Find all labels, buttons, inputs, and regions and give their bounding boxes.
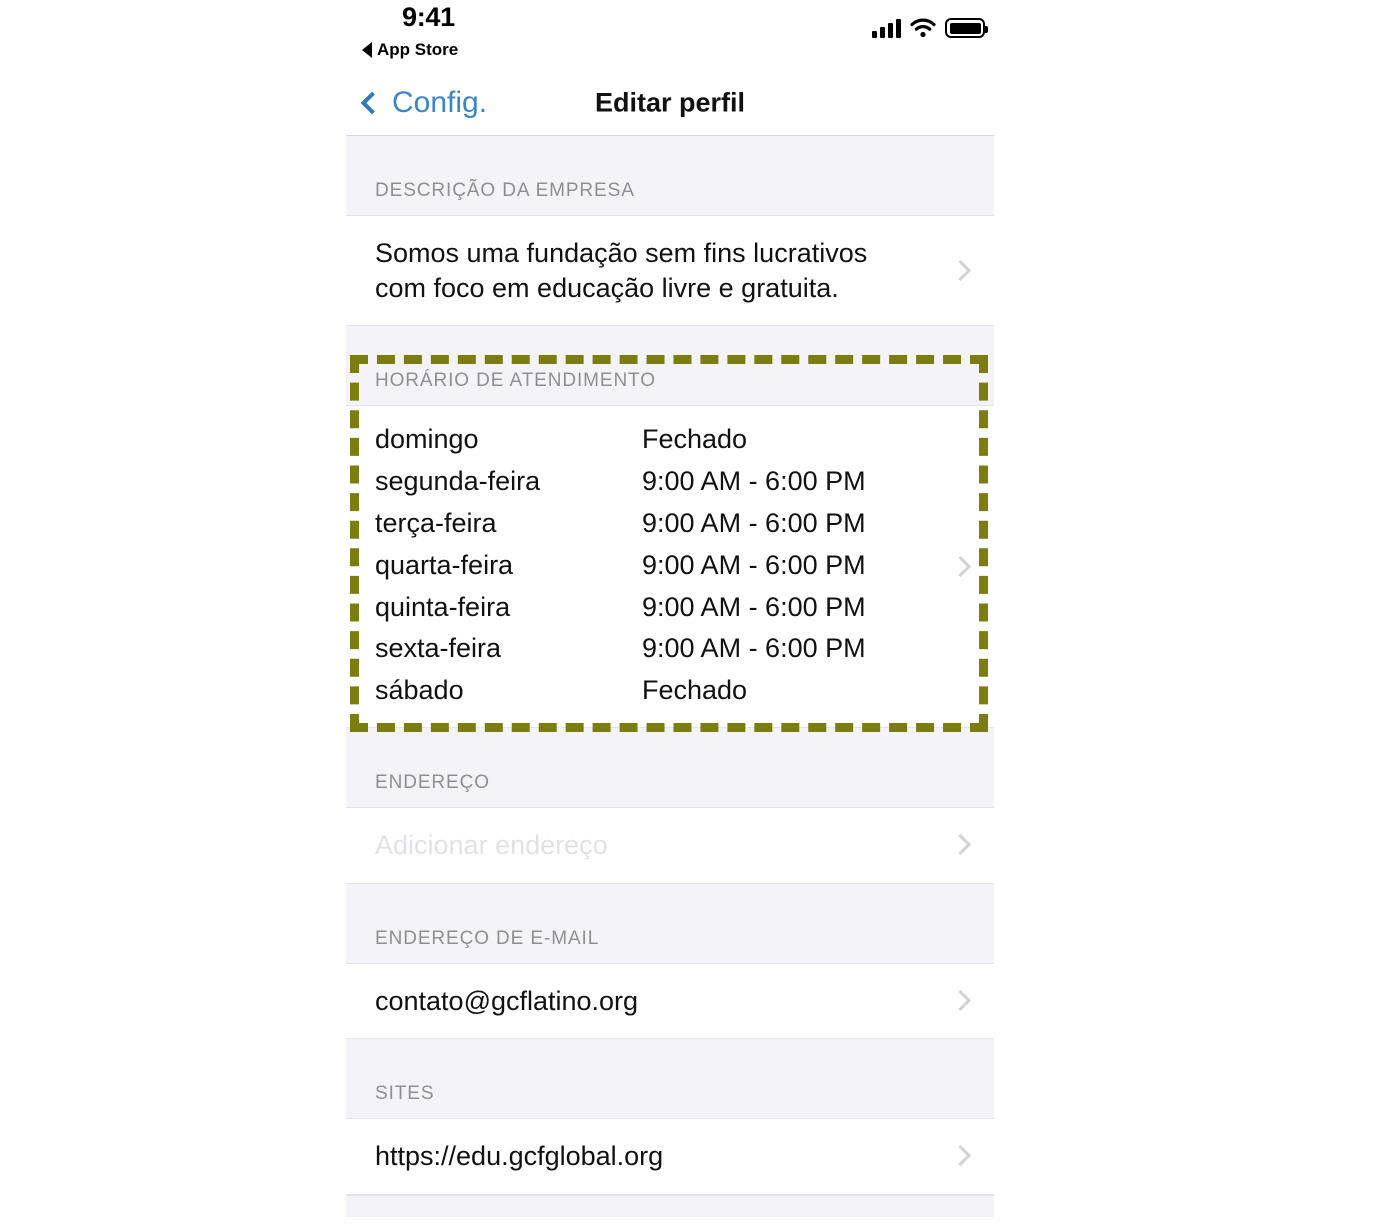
return-to-app-store-button[interactable]: App Store [362, 40, 458, 60]
hours-time-value: 9:00 AM - 6:00 PM [642, 549, 866, 580]
return-to-app-store-label: App Store [377, 40, 459, 59]
section-header-address: ENDEREÇO [346, 728, 994, 809]
hours-day-label: quarta-feira [375, 549, 514, 580]
table-row: segunda-feira 9:00 AM - 6:00 PM [375, 466, 924, 508]
section-header-email: ENDEREÇO DE E-MAIL [346, 883, 994, 964]
phone-screen: 9:41 App Store Config. Editar perfil DES… [346, 0, 994, 1232]
chevron-right-icon [949, 834, 972, 856]
screenshot-canvas: 9:41 App Store Config. Editar perfil DES… [0, 0, 1400, 1232]
table-row: quinta-feira 9:00 AM - 6:00 PM [375, 592, 924, 634]
hours-day-label: quinta-feira [375, 591, 511, 622]
hours-day-label: sábado [375, 675, 464, 706]
table-row: sábado Fechado [375, 675, 924, 707]
table-row: terça-feira 9:00 AM - 6:00 PM [375, 508, 924, 550]
status-bar: 9:41 App Store [346, 0, 994, 70]
battery-full-icon [945, 18, 988, 38]
back-triangle-icon [362, 42, 372, 58]
status-indicators [872, 18, 988, 38]
page-title: Editar perfil [594, 87, 746, 117]
hours-day-label: domingo [375, 424, 479, 455]
hours-time-value: 9:00 AM - 6:00 PM [642, 507, 866, 538]
hours-time-value: 9:00 AM - 6:00 PM [642, 465, 866, 496]
hours-day-label: sexta-feira [375, 633, 502, 664]
chevron-right-icon [949, 1145, 972, 1167]
list-bottom-spacer [346, 1194, 994, 1217]
chevron-right-icon [949, 989, 972, 1012]
business-hours-table: domingo Fechado segunda-feira 9:00 AM - … [375, 424, 924, 707]
hours-time-value: 9:00 AM - 6:00 PM [642, 633, 866, 664]
hours-time-value: Fechado [642, 424, 748, 455]
table-row: domingo Fechado [375, 424, 924, 466]
section-header-hours: HORÁRIO DE ATENDIMENTO [346, 326, 994, 407]
row-company-description[interactable]: Somos uma fundação sem fins lucrativos c… [346, 216, 994, 327]
hours-day-label: segunda-feira [375, 465, 541, 496]
row-email[interactable]: contato@gcflatino.org [346, 963, 994, 1040]
status-time: 9:41 [402, 2, 455, 32]
table-row: sexta-feira 9:00 AM - 6:00 PM [375, 633, 924, 675]
row-business-hours[interactable]: domingo Fechado segunda-feira 9:00 AM - … [346, 406, 994, 729]
wifi-icon [910, 18, 936, 38]
hours-day-label: terça-feira [375, 507, 497, 538]
chevron-right-icon [949, 555, 972, 577]
navigation-bar: Config. Editar perfil [346, 70, 994, 136]
cellular-signal-icon [872, 18, 901, 38]
chevron-right-icon [949, 259, 972, 281]
row-website[interactable]: https://edu.gcfglobal.org [346, 1119, 994, 1195]
address-placeholder: Adicionar endereço [375, 830, 608, 861]
website-value: https://edu.gcfglobal.org [375, 1141, 664, 1172]
hours-time-value: 9:00 AM - 6:00 PM [642, 591, 866, 622]
hours-time-value: Fechado [642, 675, 748, 706]
table-row: quarta-feira 9:00 AM - 6:00 PM [375, 550, 924, 592]
settings-list: DESCRIÇÃO DA EMPRESA Somos uma fundação … [346, 136, 994, 1217]
section-header-description: DESCRIÇÃO DA EMPRESA [346, 136, 994, 216]
row-address[interactable]: Adicionar endereço [346, 808, 994, 884]
company-description-value: Somos uma fundação sem fins lucrativos c… [375, 238, 868, 303]
email-value: contato@gcflatino.org [375, 985, 639, 1016]
section-header-sites: SITES [346, 1039, 994, 1120]
